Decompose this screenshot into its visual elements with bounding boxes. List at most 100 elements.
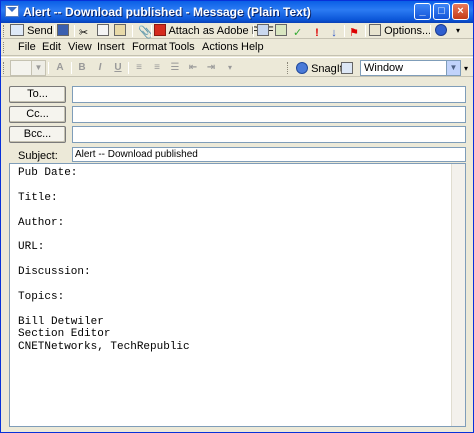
copy-icon xyxy=(97,24,109,36)
attach-pdf-button[interactable]: Attach as Adobe PDF xyxy=(154,23,274,39)
decrease-indent-button[interactable]: ⇤ xyxy=(186,61,200,75)
align-left-button[interactable]: ≡ xyxy=(132,61,146,75)
message-window: Alert -- Download published - Message (P… xyxy=(0,0,474,433)
menu-grip[interactable] xyxy=(3,42,6,53)
copy-button[interactable] xyxy=(97,23,109,39)
message-body[interactable]: Pub Date: Title: Author: URL: Discussion… xyxy=(9,163,466,427)
snagit-label: SnagIt xyxy=(311,63,343,75)
chevron-down-icon: ▾ xyxy=(227,63,232,72)
minimize-button[interactable]: _ xyxy=(414,3,431,20)
snagit-capture-button[interactable] xyxy=(341,61,353,77)
align-center-button[interactable]: ≡ xyxy=(150,61,164,75)
chevron-down-icon: ▾ xyxy=(456,26,461,35)
toolbar-options-chevron[interactable]: ▾ xyxy=(223,61,237,75)
close-button[interactable]: × xyxy=(452,3,469,20)
bcc-field[interactable] xyxy=(72,126,466,143)
paste-icon xyxy=(114,24,126,36)
italic-button[interactable]: I xyxy=(93,61,107,75)
toolbar-separator xyxy=(430,25,431,37)
increase-indent-button[interactable]: ⇥ xyxy=(204,61,218,75)
spellcheck-icon: ✓ xyxy=(293,27,303,39)
menu-bar: File Edit View Insert Format Tools Actio… xyxy=(1,39,473,56)
check-names-icon xyxy=(275,24,287,36)
menu-view[interactable]: View xyxy=(68,40,92,54)
importance-high-button[interactable]: ! xyxy=(311,23,323,39)
arrow-down-icon: ↓ xyxy=(331,27,337,39)
cc-button[interactable]: Cc... xyxy=(9,106,66,123)
message-body-text: Pub Date: Title: Author: URL: Discussion… xyxy=(18,167,190,353)
snagit-button[interactable]: SnagIt xyxy=(296,61,343,77)
toolbar-separator xyxy=(151,25,152,37)
bullets-button[interactable]: ☰ xyxy=(168,61,182,75)
bold-button[interactable]: B xyxy=(75,61,89,75)
standard-toolbar: Send ✂ 📎 Attach as Adobe PDF ✓ ! ↓ ⚑ Opt… xyxy=(1,23,473,39)
importance-low-button[interactable]: ↓ xyxy=(328,23,340,39)
menu-edit[interactable]: Edit xyxy=(42,40,61,54)
vertical-scrollbar[interactable] xyxy=(451,164,465,426)
send-label: Send xyxy=(27,25,53,37)
formatting-toolbar: ▼ A B I U ≡ ≡ ☰ ⇤ ⇥ ▾ SnagIt Window ▼ ▾ xyxy=(1,57,473,77)
menu-actions[interactable]: Actions xyxy=(202,40,238,54)
menu-format[interactable]: Format xyxy=(132,40,167,54)
chevron-down-icon: ▾ xyxy=(464,64,469,73)
window-combo-value: Window xyxy=(364,62,404,74)
attach-file-button[interactable]: 📎 xyxy=(138,23,153,39)
send-icon xyxy=(10,24,24,36)
address-book-icon xyxy=(257,24,269,36)
bullets-icon: ☰ xyxy=(170,62,180,73)
check-names-button[interactable] xyxy=(275,23,287,39)
subject-field[interactable]: Alert -- Download published xyxy=(72,147,466,162)
flag-icon: ⚑ xyxy=(349,27,359,39)
style-combo[interactable]: ▼ xyxy=(10,60,46,76)
spelling-button[interactable]: ✓ xyxy=(293,23,305,39)
options-label: Options... xyxy=(384,25,432,37)
decrease-indent-icon: ⇤ xyxy=(188,62,198,73)
cut-button[interactable]: ✂ xyxy=(79,23,91,39)
title-bar[interactable]: Alert -- Download published - Message (P… xyxy=(1,1,473,23)
toolbar-separator xyxy=(48,62,49,74)
menu-tools[interactable]: Tools xyxy=(169,40,195,54)
toolbar-separator xyxy=(71,62,72,74)
underline-button[interactable]: U xyxy=(111,61,125,75)
options-button[interactable]: Options... xyxy=(369,23,431,39)
increase-indent-icon: ⇥ xyxy=(206,62,216,73)
maximize-button[interactable]: □ xyxy=(433,3,450,20)
align-left-icon: ≡ xyxy=(136,62,142,73)
toolbar-separator xyxy=(128,62,129,74)
adobe-pdf-icon xyxy=(154,24,166,36)
chevron-down-icon: ▼ xyxy=(31,61,45,75)
menu-insert[interactable]: Insert xyxy=(97,40,125,54)
toolbar-grip[interactable] xyxy=(3,62,6,74)
bcc-button[interactable]: Bcc... xyxy=(9,126,66,143)
toolbar-grip[interactable] xyxy=(3,25,6,37)
save-icon xyxy=(57,24,69,36)
menu-help[interactable]: Help xyxy=(241,40,264,54)
to-field[interactable] xyxy=(72,86,466,103)
send-button[interactable]: Send xyxy=(10,23,53,39)
align-center-icon: ≡ xyxy=(154,62,160,73)
toolbar-separator xyxy=(74,25,75,37)
capture-icon xyxy=(341,62,353,74)
toolbar-separator xyxy=(132,25,133,37)
menu-file[interactable]: File xyxy=(18,40,36,54)
toolbar-separator xyxy=(365,25,366,37)
flag-button[interactable]: ⚑ xyxy=(349,23,361,39)
toolbar-grip[interactable] xyxy=(287,62,290,74)
cc-field[interactable] xyxy=(72,106,466,123)
scissors-icon: ✂ xyxy=(79,27,89,39)
subject-label: Subject: xyxy=(18,150,58,162)
toolbar-options-chevron[interactable]: ▾ xyxy=(464,61,468,77)
save-button[interactable] xyxy=(57,23,69,39)
window-title: Alert -- Download published - Message (P… xyxy=(23,5,311,19)
paste-button[interactable] xyxy=(114,23,126,39)
toolbar-separator xyxy=(54,25,55,37)
chevron-down-icon: ▼ xyxy=(446,61,460,75)
to-button[interactable]: To... xyxy=(9,86,66,103)
help-button[interactable] xyxy=(435,23,447,39)
font-color-icon: A xyxy=(56,62,64,73)
font-color-button[interactable]: A xyxy=(53,61,67,75)
toolbar-options-chevron[interactable]: ▾ xyxy=(456,23,460,39)
window-combo[interactable]: Window ▼ xyxy=(360,60,461,76)
address-book-button[interactable] xyxy=(257,23,269,39)
toolbar-separator xyxy=(253,25,254,37)
